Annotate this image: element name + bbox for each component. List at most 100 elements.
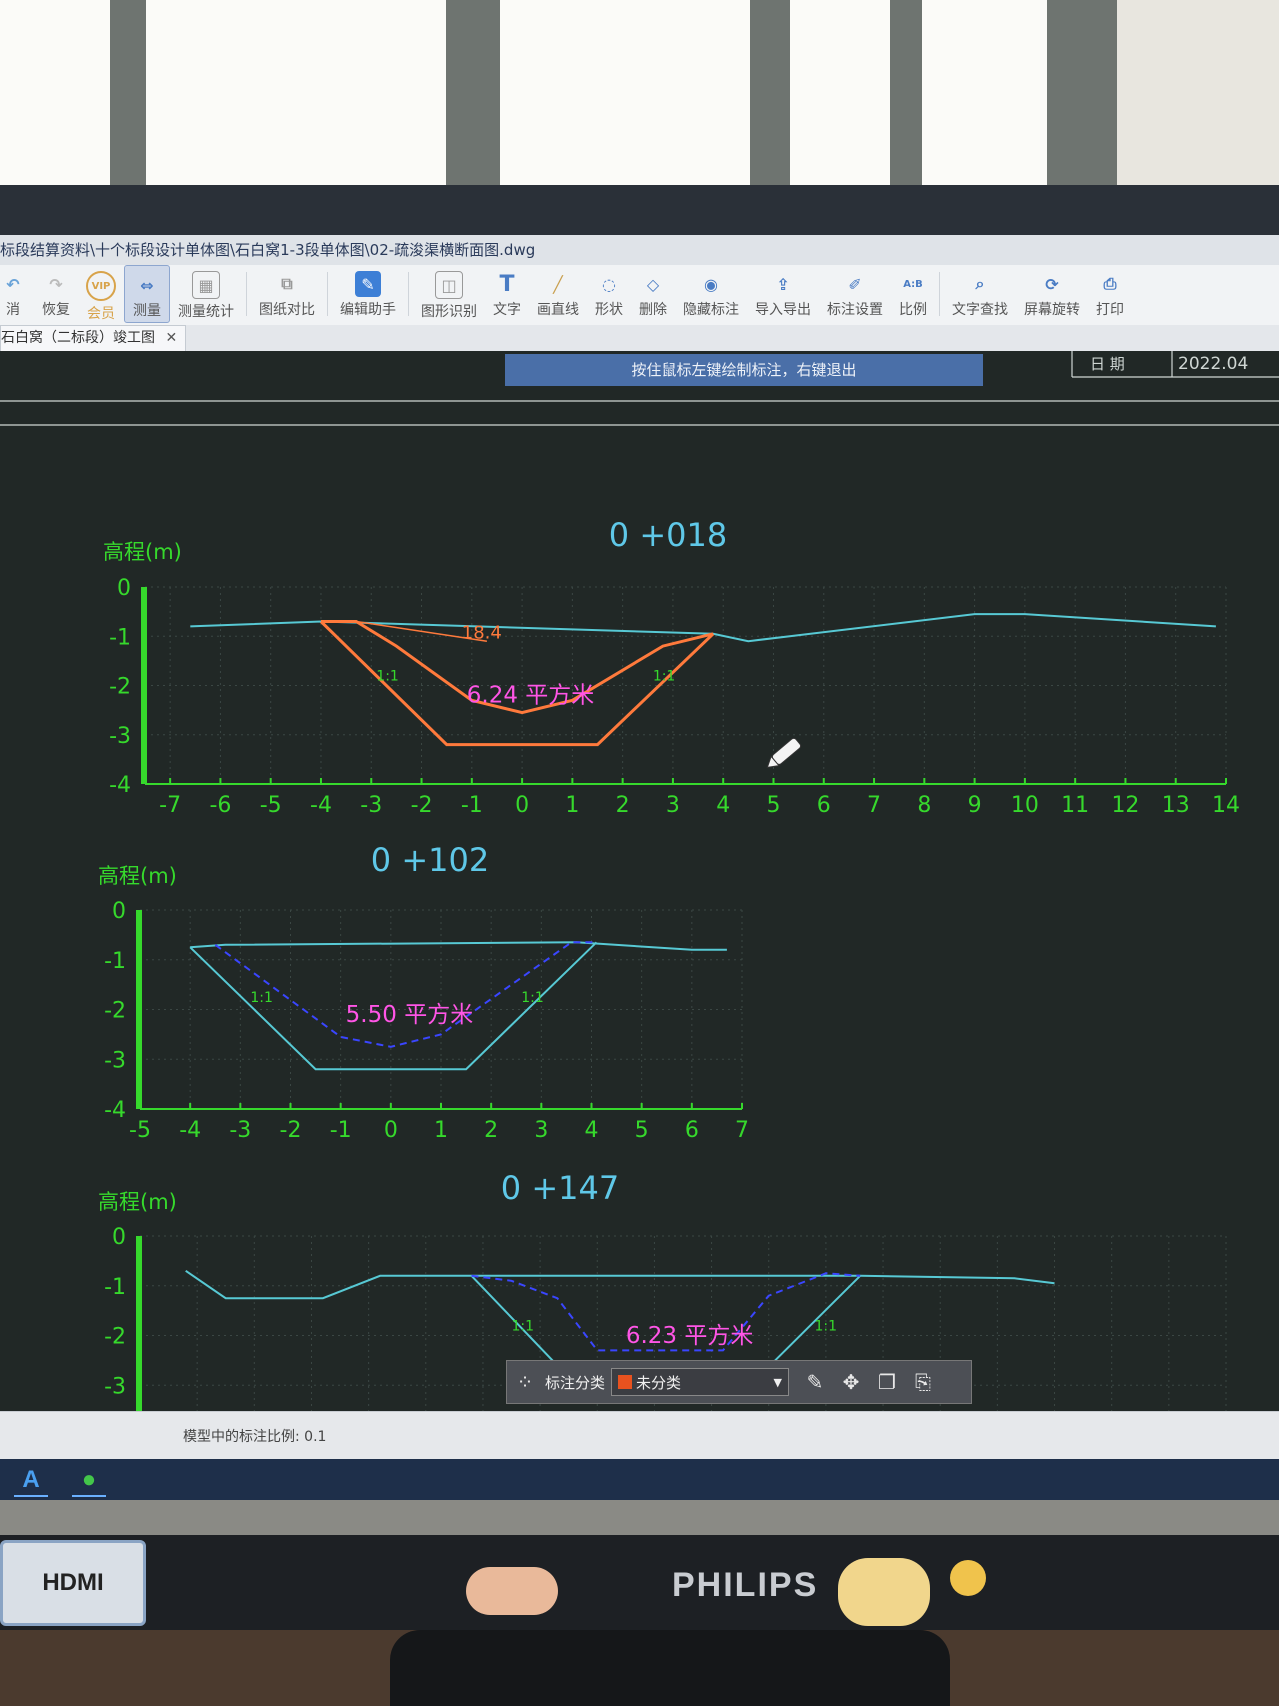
x-tick-label: -4 (310, 793, 332, 818)
annotation-category-value: 未分类 (636, 1373, 682, 1392)
undo-label: 消 (6, 302, 20, 318)
annotation-label: 6.23 平方米 (626, 1323, 754, 1349)
series-ground (190, 941, 727, 951)
x-tick-label: 14 (1212, 793, 1240, 818)
taskbar: A ● (0, 1459, 1279, 1500)
document-tab-label: 石白窝（二标段）竣工图 (1, 330, 155, 346)
annotation-label: 1:1 (250, 990, 273, 1006)
annotation-settings-button[interactable]: ✐ 标注设置 (819, 265, 891, 323)
window-frame (890, 0, 922, 200)
x-tick-label: 0 (515, 793, 529, 818)
date-value: 2022.04 (1178, 354, 1248, 374)
window-frame (110, 0, 146, 200)
document-tab[interactable]: 石白窝（二标段）竣工图 ✕ (0, 325, 187, 353)
hide-annotation-button[interactable]: ◉ 隐藏标注 (675, 265, 747, 323)
y-axis (141, 587, 147, 784)
y-tick-label: -3 (109, 724, 131, 749)
redo-button[interactable]: ↷ 恢复 (34, 265, 78, 323)
x-tick-label: 2 (616, 793, 630, 818)
annotation-label: 1:1 (653, 669, 676, 685)
cross-section-drawing: 日 期 2022.04 -7 -6 -5 -4 -3 -2 -1 0 1 2 3 4 5 6 7 8 9 10 11… (0, 351, 1279, 1411)
copy-icon[interactable]: ❐ (869, 1370, 905, 1394)
window-pane (0, 0, 110, 190)
x-tick-label: -6 (209, 793, 231, 818)
y-tick-label: -2 (104, 999, 126, 1024)
y-tick-label: -2 (104, 1325, 126, 1350)
close-icon[interactable]: ✕ (165, 330, 177, 346)
document-tab-bar: 石白窝（二标段）竣工图 ✕ (0, 325, 1279, 353)
scale-label: 比例 (899, 302, 927, 318)
undo-button[interactable]: ↶ 消 (0, 265, 34, 323)
y-tick-label: -1 (104, 949, 126, 974)
annotation-settings-icon: ✐ (848, 274, 862, 294)
measure-stats-button[interactable]: ▦ 测量统计 (170, 265, 242, 323)
scale-button[interactable]: A:B 比例 (891, 265, 935, 323)
vip-label: 会员 (87, 306, 115, 322)
wechat-taskbar-icon[interactable]: ● (72, 1465, 106, 1497)
y-tick-label: 0 (117, 576, 131, 601)
x-tick-label: 7 (735, 1118, 749, 1143)
rotate-screen-button[interactable]: ⟳ 屏幕旋转 (1016, 265, 1088, 323)
drawing-canvas[interactable]: 日 期 2022.04 -7 -6 -5 -4 -3 -2 -1 0 1 2 3 4 5 6 7 8 9 10 11… (0, 351, 1279, 1411)
y-tick-label: -4 (104, 1098, 126, 1123)
shape-recognize-button[interactable]: ◫ 图形识别 (413, 265, 485, 323)
sticker-decoration (838, 1558, 930, 1626)
shape-label: 形状 (595, 302, 623, 318)
scale-icon: A:B (903, 278, 923, 290)
edit-assistant-button[interactable]: ✎ 编辑助手 (332, 265, 404, 323)
y-tick-label: -3 (104, 1048, 126, 1073)
section-title: 0 +147 (501, 1169, 619, 1207)
delete-button[interactable]: ◇ 删除 (631, 265, 675, 323)
edit-icon[interactable]: ✎ (797, 1370, 833, 1394)
measure-label: 测量 (133, 303, 161, 319)
print-label: 打印 (1096, 302, 1124, 318)
charts-layer: -7 -6 -5 -4 -3 -2 -1 0 1 2 3 4 5 6 7 8 9 10 11 12 13 140-1-2-… (98, 516, 1240, 1411)
x-tick-label: 6 (685, 1118, 699, 1143)
compare-button[interactable]: ⧉ 图纸对比 (251, 265, 323, 323)
cad-app-taskbar-icon[interactable]: A (14, 1465, 48, 1497)
window-pane (146, 0, 446, 190)
y-axis-label: 高程(m) (98, 1190, 177, 1214)
status-bar: 模型中的标注比例: 0.1 (0, 1411, 1279, 1460)
paste-icon[interactable]: ⎘ (905, 1370, 941, 1394)
cross-section-chart: -5 -4 -3 -2 -1 0 1 2 3 4 5 6 70-1-2-3-4高程(m) 0 +1025.… (98, 841, 749, 1143)
edit-assistant-label: 编辑助手 (340, 302, 396, 318)
edit-assistant-icon: ✎ (355, 271, 381, 297)
toolbar-separator (327, 272, 328, 316)
x-tick-label: 3 (534, 1118, 548, 1143)
philips-logo: PHILIPS (672, 1566, 819, 1604)
y-tick-label: 0 (112, 1225, 126, 1250)
hide-annotation-label: 隐藏标注 (683, 302, 739, 318)
x-tick-label: -5 (129, 1118, 151, 1143)
window-pane (922, 0, 1047, 190)
window-frame (1047, 0, 1117, 200)
move-icon[interactable]: ✥ (833, 1370, 869, 1394)
line-icon: ╱ (553, 274, 563, 294)
import-export-button[interactable]: ⇪ 导入导出 (747, 265, 819, 323)
x-tick-label: 4 (585, 1118, 599, 1143)
x-tick-label: -3 (360, 793, 382, 818)
status-text: 模型中的标注比例: 0.1 (183, 1429, 327, 1445)
cad-viewer-window: 标段结算资料\十个标段设计单体图\石白窝1-3段单体图\02-疏浚渠横断面图.d… (0, 235, 1279, 1500)
main-toolbar: ↶ 消 ↷ 恢复 VIP 会员 ⇔ 测量 ▦ 测量统计 ⧉ 图纸对比 ✎ 编辑助手 ◫ 图形识别… (0, 265, 1279, 325)
vip-button[interactable]: VIP 会员 (78, 265, 124, 323)
x-tick-label: 0 (384, 1118, 398, 1143)
toolbar-separator (408, 272, 409, 316)
print-button[interactable]: ⎙ 打印 (1088, 265, 1132, 323)
measure-button[interactable]: ⇔ 测量 (124, 265, 170, 323)
line-button[interactable]: ╱ 画直线 (529, 265, 587, 323)
text-label: 文字 (493, 302, 521, 318)
hint-bar: 按住鼠标左键绘制标注，右键退出 (505, 354, 983, 386)
shape-button[interactable]: ◌ 形状 (587, 265, 631, 323)
y-tick-label: -1 (109, 625, 131, 650)
x-tick-label: -2 (280, 1118, 302, 1143)
grid-menu-icon[interactable]: ⁘ (507, 1370, 543, 1394)
x-tick-label: 5 (635, 1118, 649, 1143)
text-search-button[interactable]: ⌕ 文字查找 (944, 265, 1016, 323)
x-tick-label: -1 (330, 1118, 352, 1143)
monitor-bezel-bottom (0, 1535, 1279, 1635)
text-button[interactable]: T 文字 (485, 265, 529, 323)
shape-recognize-label: 图形识别 (421, 304, 477, 320)
undo-icon: ↶ (6, 274, 20, 294)
annotation-category-select[interactable]: 未分类 ▼ (611, 1368, 790, 1396)
